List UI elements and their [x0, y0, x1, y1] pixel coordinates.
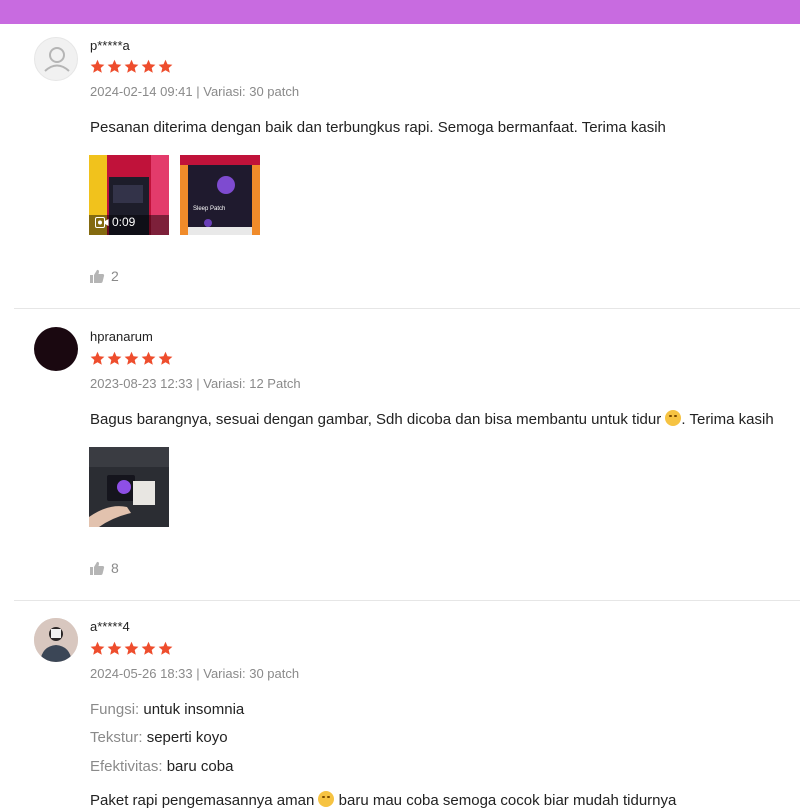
- like-count: 2: [111, 268, 119, 284]
- thumbs-up-icon: [90, 269, 105, 283]
- review-video-thumbnail[interactable]: 0:09: [89, 155, 169, 235]
- star-rating: [90, 351, 173, 366]
- review-text-end: baru mau coba semoga cocok biar mudah ti…: [338, 792, 677, 809]
- product-label: Sleep Patch: [193, 206, 226, 212]
- star-icon: [107, 641, 122, 655]
- like-button[interactable]: 2: [89, 268, 119, 284]
- product-photo: [89, 447, 169, 527]
- attribute-tekstur: Tekstur: seperti koyo: [90, 729, 228, 746]
- review-text: Pesanan diterima dengan baik dan terbung…: [90, 119, 666, 136]
- user-photo: [34, 618, 78, 662]
- star-icon: [158, 641, 173, 655]
- star-icon: [90, 641, 105, 655]
- top-bar: [0, 0, 800, 24]
- star-icon: [107, 351, 122, 365]
- attribute-key: Fungsi:: [90, 701, 140, 718]
- smile-emoji-icon: [665, 410, 682, 426]
- video-camera-icon: [95, 216, 109, 228]
- video-duration: 0:09: [112, 215, 136, 229]
- attribute-value: seperti koyo: [146, 729, 228, 746]
- star-icon: [124, 59, 139, 73]
- star-rating: [90, 59, 173, 74]
- star-icon: [158, 351, 173, 365]
- review-meta: 2023-08-23 12:33 | Variasi: 12 Patch: [90, 376, 301, 391]
- star-icon: [141, 641, 156, 655]
- review-text-end: . Terima kasih: [681, 411, 774, 428]
- review-divider: [14, 308, 800, 309]
- sleep-patch-image: [180, 155, 260, 235]
- like-button[interactable]: 8: [89, 560, 119, 576]
- star-icon: [124, 351, 139, 365]
- username: p*****a: [90, 38, 130, 53]
- star-icon: [124, 641, 139, 655]
- review-text-start: Paket rapi pengemasannya aman: [90, 792, 315, 809]
- review-divider: [14, 600, 800, 601]
- star-icon: [141, 59, 156, 73]
- attribute-key: Tekstur:: [90, 729, 143, 746]
- video-overlay: 0:09: [95, 215, 135, 229]
- user-silhouette-icon: [44, 47, 70, 72]
- review-text: Paket rapi pengemasannya aman baru mau c…: [90, 791, 676, 809]
- smile-emoji-icon: [318, 791, 335, 807]
- username: a*****4: [90, 619, 130, 634]
- user-avatar[interactable]: [34, 618, 78, 662]
- star-rating: [90, 641, 173, 656]
- thumbs-up-icon: [90, 561, 105, 575]
- attribute-value: untuk insomnia: [143, 701, 245, 718]
- user-avatar[interactable]: [34, 327, 78, 371]
- review-meta: 2024-05-26 18:33 | Variasi: 30 patch: [90, 666, 300, 681]
- star-icon: [141, 351, 156, 365]
- star-icon: [107, 59, 122, 73]
- attribute-value: baru coba: [166, 758, 234, 775]
- username: hpranarum: [90, 329, 153, 344]
- star-icon: [90, 351, 105, 365]
- like-count: 8: [111, 560, 119, 576]
- star-icon: [158, 59, 173, 73]
- default-avatar[interactable]: [34, 37, 78, 81]
- review-image-thumbnail[interactable]: Sleep Patch: [180, 155, 260, 235]
- review-text-main: Bagus barangnya, sesuai dengan gambar, S…: [90, 411, 662, 428]
- attribute-key: Efektivitas:: [90, 758, 163, 775]
- attribute-fungsi: Fungsi: untuk insomnia: [90, 701, 244, 718]
- star-icon: [90, 59, 105, 73]
- review-image-thumbnail[interactable]: [89, 447, 169, 527]
- review-meta: 2024-02-14 09:41 | Variasi: 30 patch: [90, 84, 300, 99]
- attribute-efektivitas: Efektivitas: baru coba: [90, 758, 233, 775]
- review-text: Bagus barangnya, sesuai dengan gambar, S…: [90, 410, 774, 428]
